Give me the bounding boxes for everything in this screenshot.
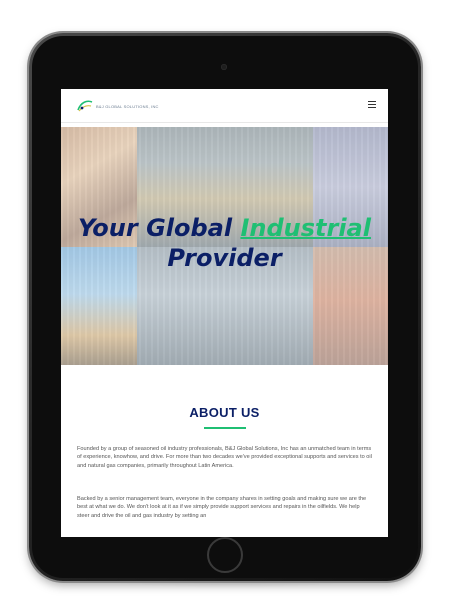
front-camera	[221, 64, 227, 70]
tablet-screen: B&J GLOBAL SOLUTIONS, INC Your Global In…	[61, 89, 388, 537]
hero-title-highlight: Industrial	[240, 214, 371, 242]
about-paragraph-1: Founded by a group of seasoned oil indus…	[77, 446, 372, 469]
about-section: ABOUT US Founded by a group of seasoned …	[61, 365, 388, 537]
site-header: B&J GLOBAL SOLUTIONS, INC	[61, 89, 388, 123]
hero-title: Your Global Industrial Provider	[61, 213, 388, 273]
about-heading: ABOUT US	[189, 405, 260, 420]
home-button[interactable]	[207, 537, 243, 573]
about-paragraph-2: Backed by a senior management team, ever…	[77, 496, 367, 519]
logo-text: B&J GLOBAL SOLUTIONS, INC	[96, 103, 159, 109]
hero-banner: Your Global Industrial Provider	[61, 127, 388, 365]
hero-title-part2: Provider	[167, 244, 282, 272]
about-heading-underline	[204, 427, 246, 429]
hamburger-menu-icon[interactable]	[368, 101, 376, 108]
hero-title-part1: Your Global	[78, 214, 241, 242]
site-logo[interactable]: B&J GLOBAL SOLUTIONS, INC	[77, 98, 159, 114]
logo-swoosh-icon	[77, 99, 93, 113]
